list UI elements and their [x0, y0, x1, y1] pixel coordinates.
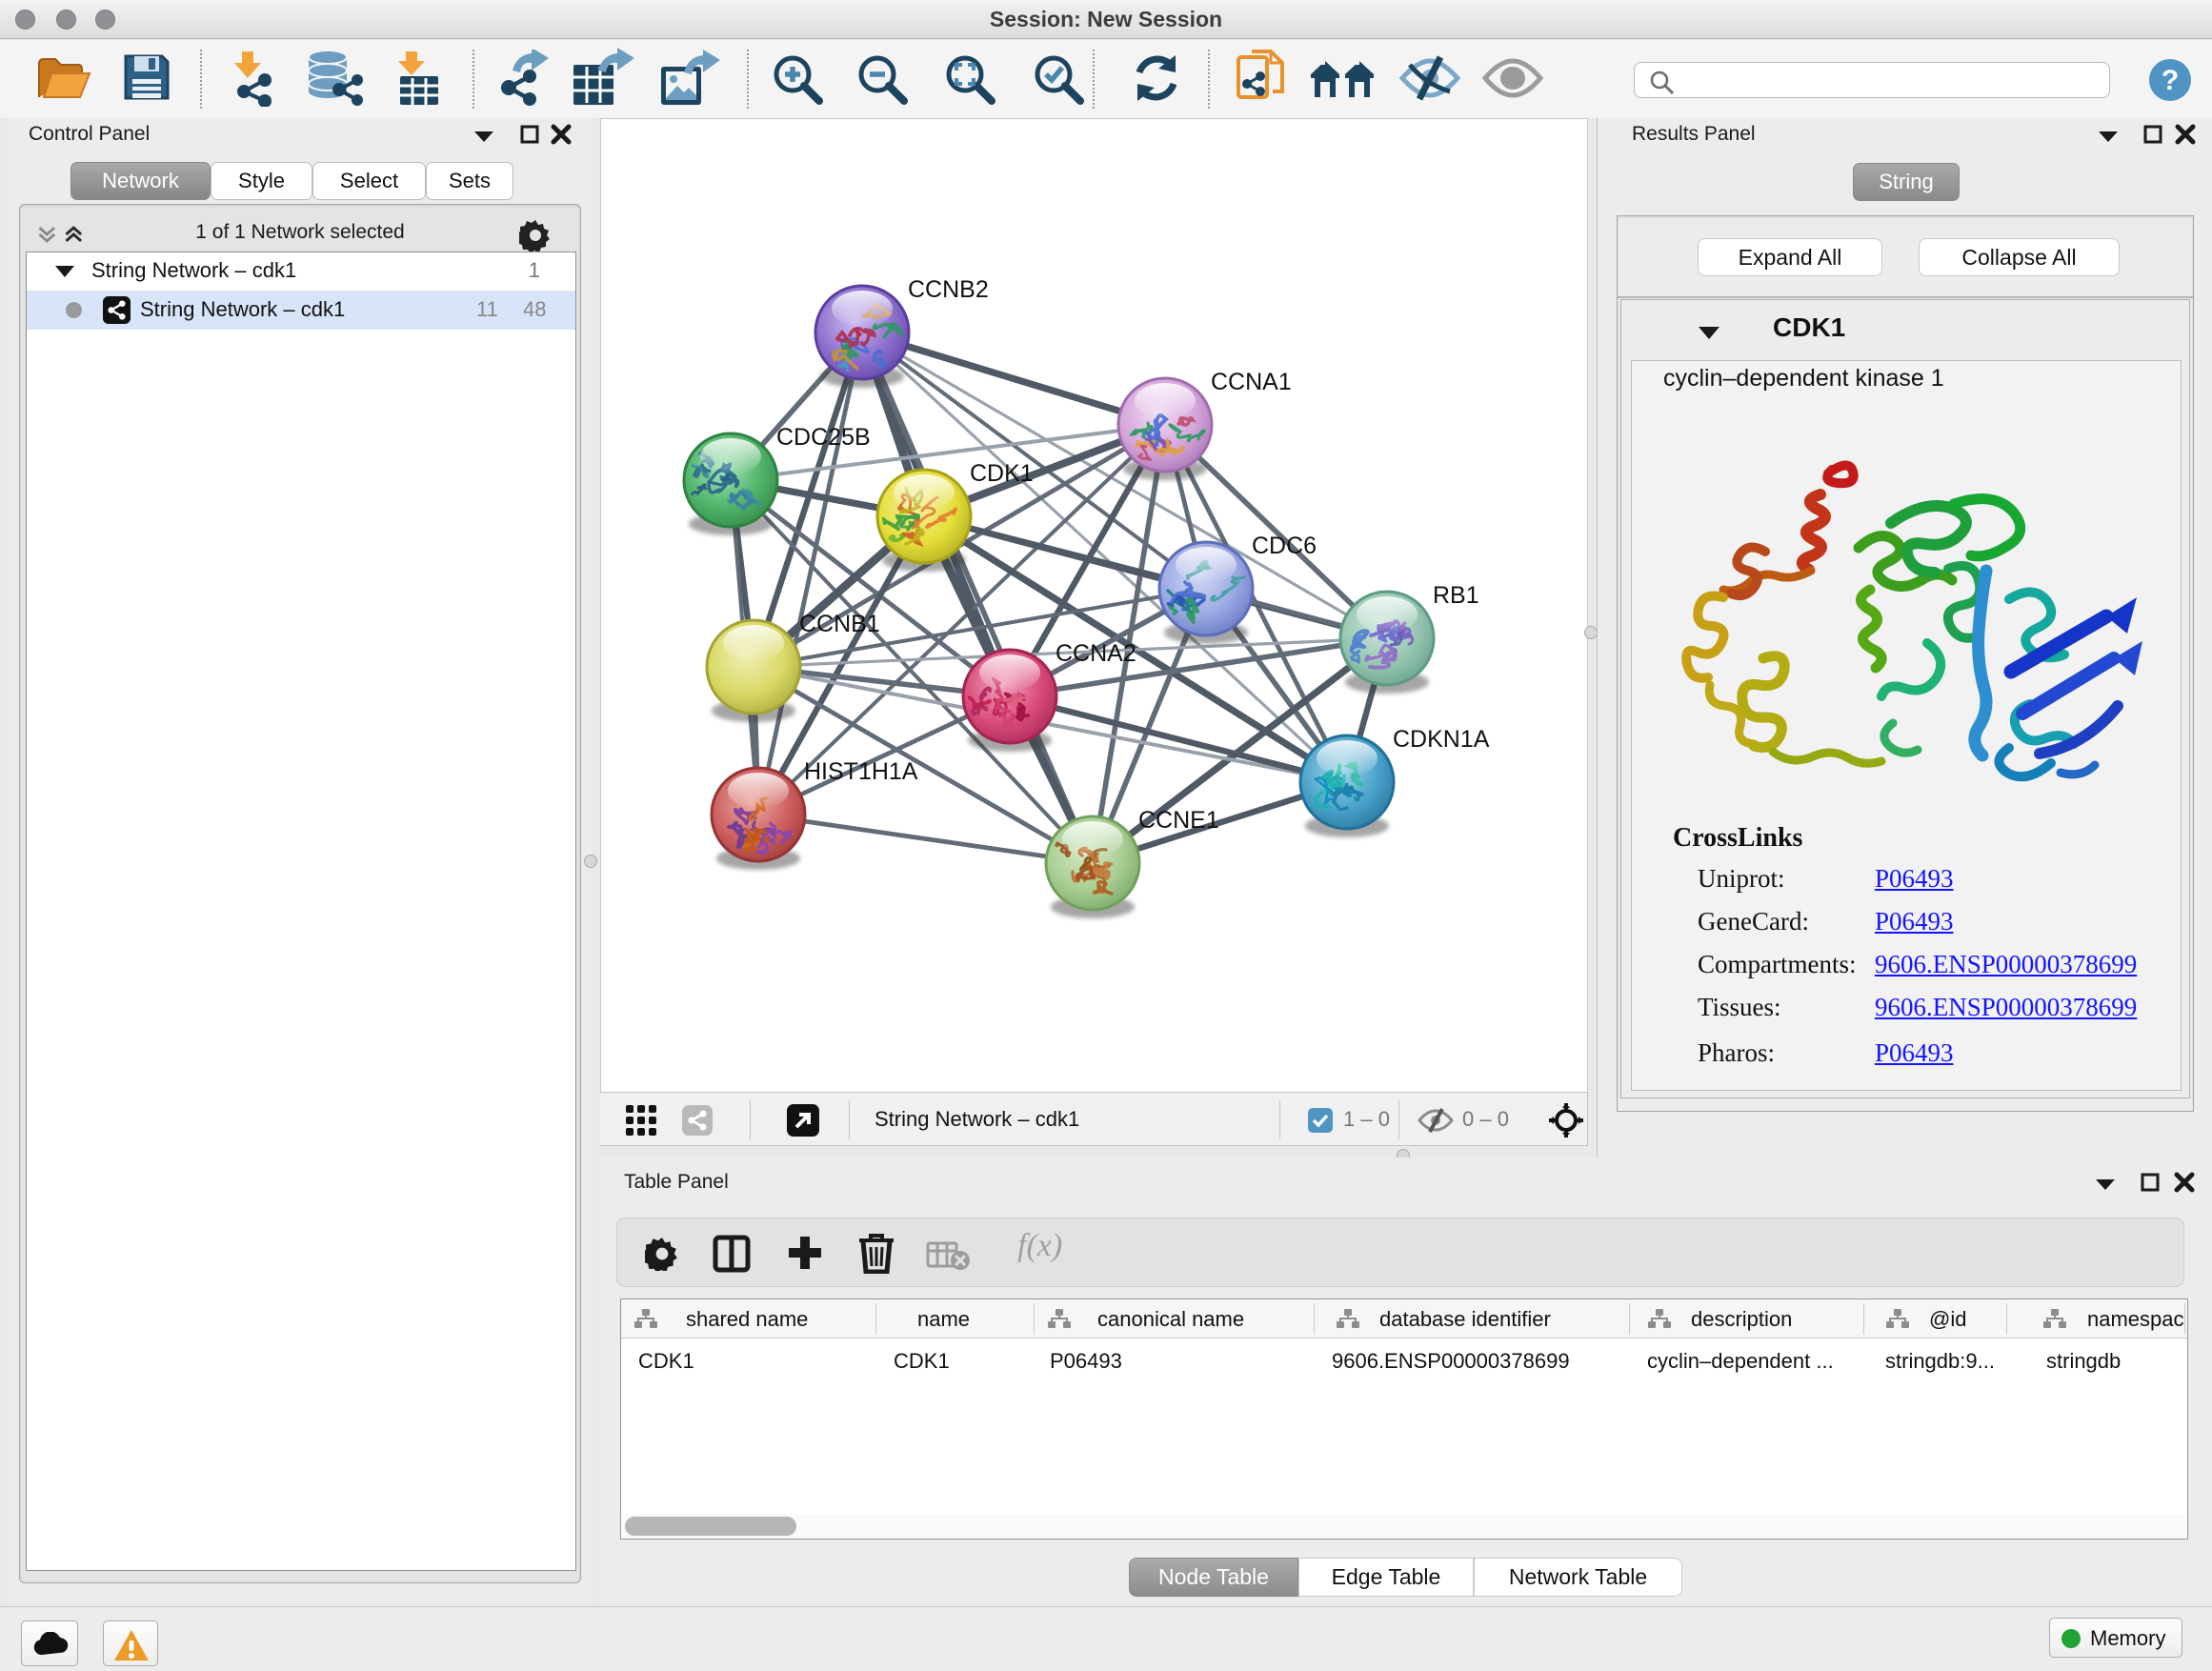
- svg-text:HIST1H1A: HIST1H1A: [804, 758, 918, 785]
- svg-text:RB1: RB1: [1433, 582, 1479, 609]
- svg-text:CCNB2: CCNB2: [908, 276, 989, 303]
- svg-text:CCNB1: CCNB1: [799, 611, 880, 637]
- svg-text:CCNE1: CCNE1: [1138, 807, 1219, 834]
- svg-text:?: ?: [2162, 65, 2179, 96]
- svg-text:CCNA2: CCNA2: [1056, 640, 1136, 667]
- svg-text:CCNA1: CCNA1: [1211, 369, 1292, 395]
- svg-text:CDC25B: CDC25B: [776, 424, 871, 451]
- svg-text:CDKN1A: CDKN1A: [1393, 726, 1490, 753]
- svg-text:CDK1: CDK1: [970, 460, 1034, 487]
- svg-text:CDC6: CDC6: [1252, 533, 1317, 559]
